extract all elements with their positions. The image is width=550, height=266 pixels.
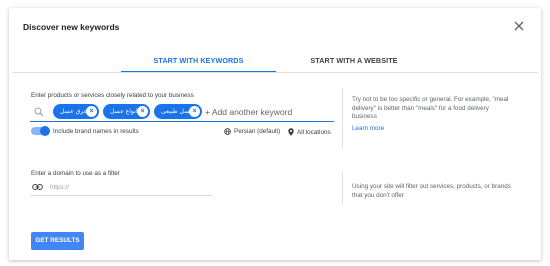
- language-label: Persian (default): [234, 128, 281, 135]
- domain-label: Enter a domain to use as a filter: [31, 170, 120, 177]
- keyword-input-underline: [30, 121, 334, 122]
- keyword-chip-label: انواع عسل: [110, 108, 138, 115]
- keywords-label: Enter products or services closely relat…: [31, 92, 194, 99]
- tab-divider: [12, 72, 538, 73]
- location-selector[interactable]: All locations: [288, 128, 331, 136]
- search-icon: [34, 107, 44, 117]
- section-divider: [342, 172, 343, 204]
- language-selector[interactable]: Persian (default): [224, 128, 280, 135]
- keyword-chip: عسل طبیعی ×: [154, 104, 202, 119]
- add-keyword-input[interactable]: [205, 104, 333, 119]
- tab-start-with-keywords[interactable]: START WITH KEYWORDS: [121, 56, 276, 73]
- dialog-title: Discover new keywords: [23, 22, 120, 32]
- learn-more-link[interactable]: Learn more: [352, 125, 384, 132]
- location-pin-icon: [288, 128, 294, 136]
- include-brand-toggle[interactable]: [31, 126, 50, 136]
- get-results-button[interactable]: GET RESULTS: [31, 232, 84, 250]
- globe-icon: [224, 128, 231, 135]
- keyword-chip: انواع عسل ×: [103, 104, 150, 119]
- remove-chip-icon[interactable]: ×: [86, 106, 97, 117]
- close-icon[interactable]: [513, 20, 525, 32]
- tab-start-with-website[interactable]: START WITH A WEBSITE: [276, 56, 432, 73]
- link-icon: [32, 184, 43, 190]
- location-label: All locations: [297, 128, 331, 136]
- keyword-chip: عرق عسل ×: [53, 104, 99, 119]
- section-divider: [342, 88, 343, 148]
- domain-hint: Using your site will filter out services…: [352, 183, 511, 199]
- remove-chip-icon[interactable]: ×: [137, 106, 148, 117]
- include-brand-label: Include brand names in results: [53, 128, 139, 135]
- toggle-knob: [40, 126, 50, 136]
- keyword-chip-label: عرق عسل: [60, 108, 88, 115]
- tab-bar: START WITH KEYWORDS START WITH A WEBSITE: [121, 56, 432, 73]
- remove-chip-icon[interactable]: ×: [189, 106, 200, 117]
- keywords-hint: Try not to be too specific or general. F…: [352, 96, 509, 121]
- domain-input[interactable]: [50, 182, 210, 193]
- domain-input-underline: [30, 195, 213, 196]
